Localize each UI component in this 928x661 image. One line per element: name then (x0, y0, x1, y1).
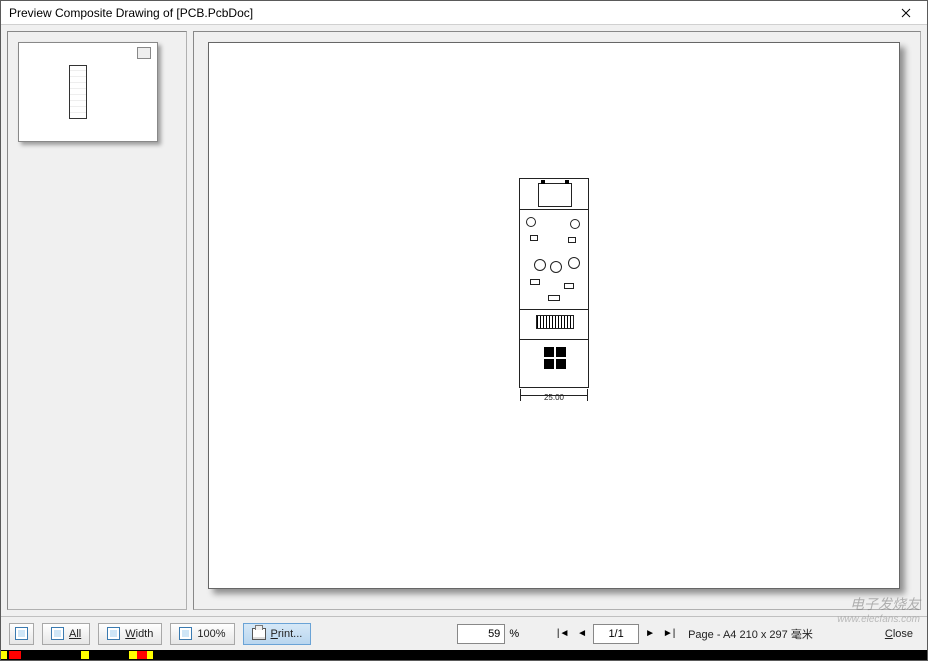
page-number-input[interactable] (593, 624, 639, 644)
pcb-ic (536, 315, 574, 329)
page-nav-group: |◄ ◄ ► ►| Page - A4 210 x 297 毫米 (555, 624, 813, 644)
prev-page-button[interactable]: ◄ (574, 626, 590, 642)
thumbnail-panel[interactable] (7, 31, 187, 610)
close-icon (901, 8, 911, 18)
zoom-100-icon (179, 627, 192, 640)
thumbnail-preview (69, 65, 87, 119)
window-title: Preview Composite Drawing of [PCB.PcbDoc… (9, 6, 253, 20)
window-close-button[interactable] (885, 1, 927, 24)
first-page-button[interactable]: |◄ (555, 626, 571, 642)
zoom-percent-label: % (509, 628, 519, 640)
dimension-value: 25.00 (520, 393, 588, 402)
print-label: Print... (271, 628, 303, 640)
zoom-group: % (457, 624, 519, 644)
printer-icon (252, 628, 266, 640)
page-icon (137, 47, 151, 59)
zoom-100-button[interactable]: 100% (170, 623, 234, 645)
fit-width-icon (107, 627, 120, 640)
pcb-connector (538, 183, 572, 207)
zoom-100-label: 100% (197, 628, 225, 640)
preview-window: Preview Composite Drawing of [PCB.PcbDoc… (0, 0, 928, 661)
titlebar: Preview Composite Drawing of [PCB.PcbDoc… (1, 1, 927, 25)
last-page-button[interactable]: ►| (661, 626, 677, 642)
page-thumbnail[interactable] (18, 42, 158, 142)
fit-all-icon (51, 627, 64, 640)
next-page-button[interactable]: ► (642, 626, 658, 642)
pcb-pads (544, 347, 566, 369)
preview-panel[interactable]: 25.00 (193, 31, 921, 610)
panel-icon (15, 627, 28, 640)
pcb-drawing: 25.00 (519, 178, 589, 388)
fit-all-button[interactable]: All (42, 623, 90, 645)
fit-width-button[interactable]: Width (98, 623, 162, 645)
zoom-input[interactable] (457, 624, 505, 644)
toolbar: All Width 100% Print... % |◄ ◄ ► ►| Page… (1, 616, 927, 650)
print-button[interactable]: Print... (243, 623, 312, 645)
toggle-thumbnails-button[interactable] (9, 623, 34, 645)
preview-page: 25.00 (208, 42, 900, 589)
close-button[interactable]: Close (879, 628, 919, 640)
content-area: 25.00 (1, 25, 927, 616)
fit-all-label: All (69, 628, 81, 640)
fit-width-label: Width (125, 628, 153, 640)
status-colors-strip (1, 650, 927, 660)
page-info-label: Page - A4 210 x 297 毫米 (688, 626, 813, 642)
